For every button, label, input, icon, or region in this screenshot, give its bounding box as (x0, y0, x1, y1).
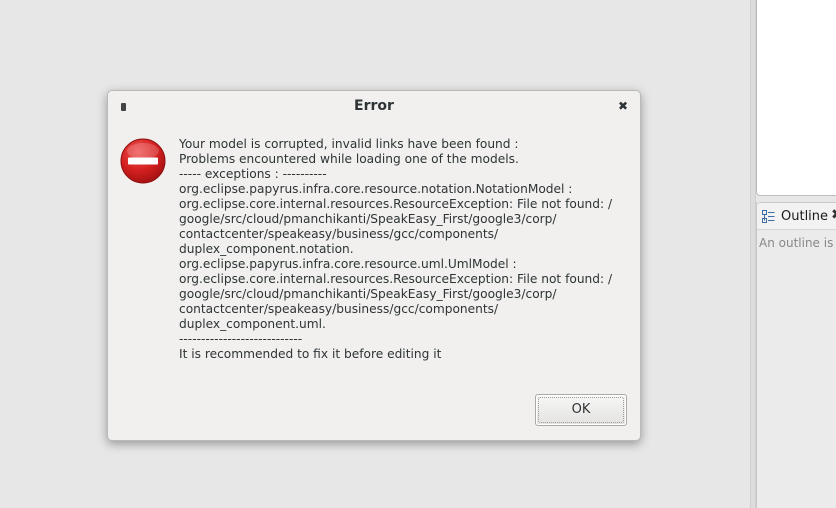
focus-ring (538, 397, 624, 423)
desktop-background: Outline ✖ An outline is Error ✖ Your (0, 0, 836, 508)
outline-tab[interactable]: Outline ✖ (757, 202, 836, 230)
message-line: ---------------------------- (179, 332, 303, 346)
outline-icon (762, 210, 775, 223)
ok-button[interactable]: OK (535, 394, 627, 426)
message-line: org.eclipse.papyrus.infra.core.resource.… (179, 257, 517, 271)
message-line: google/src/cloud/pmanchikanti/SpeakEasy_… (179, 287, 557, 301)
close-icon[interactable]: ✖ (616, 99, 630, 113)
message-line: ----- exceptions : ---------- (179, 167, 327, 181)
message-line: Problems encountered while loading one o… (179, 152, 519, 166)
message-line: org.eclipse.core.internal.resources.Reso… (179, 272, 613, 286)
outline-empty-message: An outline is (759, 236, 834, 250)
message-line: google/src/cloud/pmanchikanti/SpeakEasy_… (179, 212, 557, 226)
message-line: contactcenter/speakeasy/business/gcc/com… (179, 302, 499, 316)
message-line: duplex_component.notation. (179, 242, 354, 256)
editor-side-panel (756, 0, 836, 196)
message-line: contactcenter/speakeasy/business/gcc/com… (179, 227, 499, 241)
close-icon[interactable]: ✖ (831, 207, 836, 223)
message-line: org.eclipse.papyrus.infra.core.resource.… (179, 182, 573, 196)
outline-view: Outline ✖ An outline is (756, 202, 836, 508)
message-line: Your model is corrupted, invalid links h… (179, 137, 519, 151)
outline-tab-label: Outline (781, 209, 829, 224)
error-message: Your model is corrupted, invalid links h… (179, 137, 629, 362)
message-line: org.eclipse.core.internal.resources.Reso… (179, 197, 613, 211)
dialog-title: Error (354, 98, 394, 114)
error-stop-icon (120, 138, 166, 184)
message-line: duplex_component.uml. (179, 317, 326, 331)
message-line: It is recommended to fix it before editi… (179, 347, 442, 361)
dialog-titlebar[interactable]: Error ✖ (108, 91, 640, 123)
error-dialog: Error ✖ Your model is corrupted, invalid… (107, 90, 641, 441)
